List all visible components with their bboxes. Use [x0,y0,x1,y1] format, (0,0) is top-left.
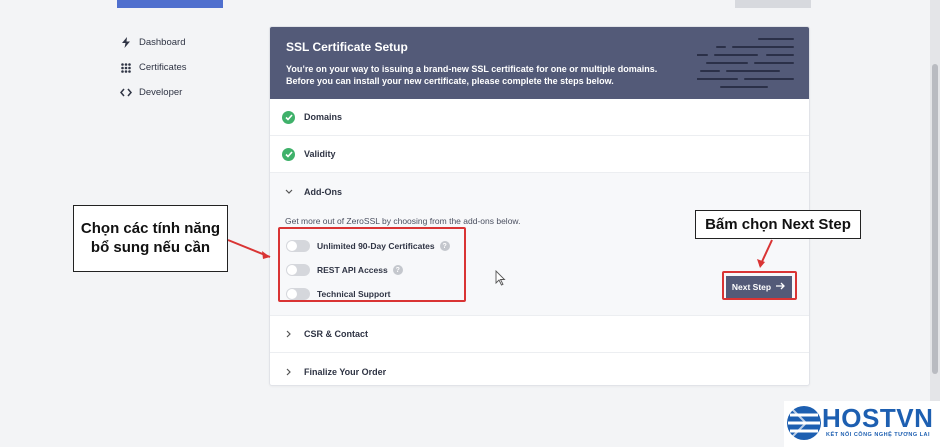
logo-name: HOSTVN [822,403,934,433]
annotation-callout-addons: Chọn các tính năng bổ sung nếu cần [73,205,228,272]
annotation-text: Chọn các tính năng [80,220,221,237]
logo-tagline: KẾT NỐI CÔNG NGHỆ TƯƠNG LAI [826,432,931,438]
mouse-cursor-icon [495,270,506,286]
hostvn-logo: HOSTVN KẾT NỐI CÔNG NGHỆ TƯƠNG LAI [784,401,940,447]
hostvn-globe-icon [787,406,821,440]
annotation-text: bổ sung nếu cần [90,239,211,256]
annotation-text: Bấm chọn Next Step [705,216,851,233]
annotation-callout-next: Bấm chọn Next Step [695,210,861,239]
